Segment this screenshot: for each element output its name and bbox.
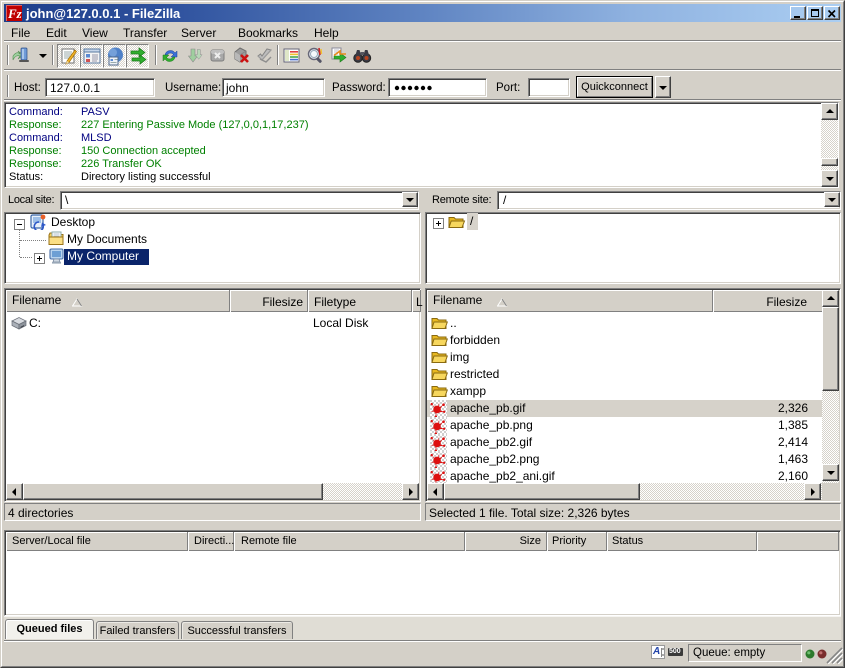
svg-text:Fz: Fz — [7, 6, 22, 21]
